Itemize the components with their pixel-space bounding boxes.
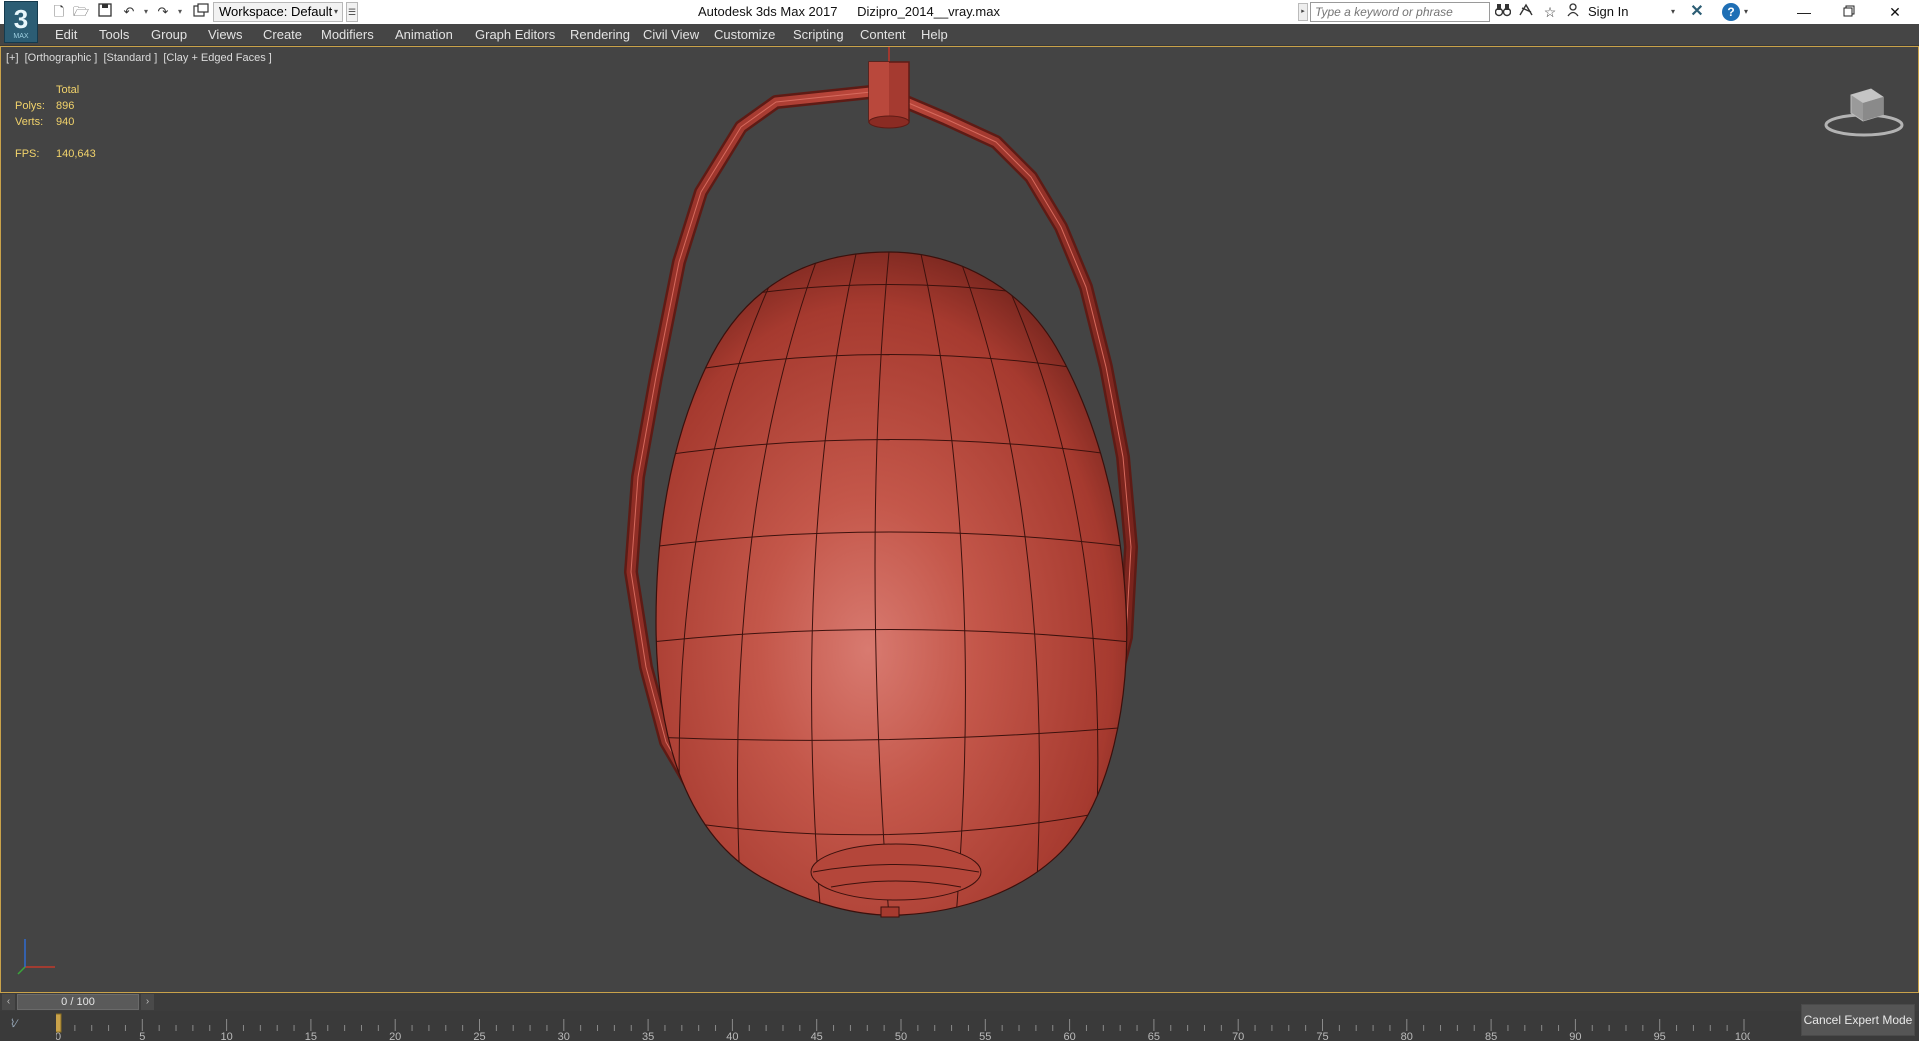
workspace-label: Workspace: Default — [219, 4, 333, 19]
track-tick-label: 70 — [1232, 1031, 1244, 1041]
menu-bar: Edit Tools Group Views Create Modifiers … — [0, 24, 1919, 46]
track-tick-label: 15 — [305, 1031, 317, 1041]
track-tick-label: 75 — [1316, 1031, 1328, 1041]
menu-customize[interactable]: Customize — [714, 24, 775, 46]
binoculars-icon[interactable] — [1493, 3, 1513, 21]
menu-help[interactable]: Help — [921, 24, 948, 46]
customize-quick-access-icon[interactable]: ☰ — [346, 2, 358, 22]
chevron-down-icon: ▾ — [333, 7, 338, 16]
time-slider[interactable]: 0 / 100 — [17, 994, 139, 1010]
track-tick-label: 5 — [139, 1031, 145, 1041]
menu-scripting[interactable]: Scripting — [793, 24, 844, 46]
curve-editor-icon[interactable]: ⌇∕ — [10, 1017, 17, 1030]
track-tick-label: 25 — [473, 1031, 485, 1041]
sign-in-button[interactable]: Sign In — [1588, 3, 1628, 21]
file-name: Dizipro_2014__vray.max — [857, 4, 1000, 19]
title-bar: 3 MAX 🗋 🗁 ↶ ▾ ↷ ▾ Workspace: Default ▾ ☰… — [0, 0, 1919, 43]
track-tick-label: 90 — [1569, 1031, 1581, 1041]
window-title: Autodesk 3ds Max 2017 Dizipro_2014__vray… — [698, 4, 1016, 19]
bottom-joint — [880, 906, 900, 918]
menu-tools[interactable]: Tools — [99, 24, 129, 46]
previous-frame-icon[interactable]: ‹ — [2, 994, 15, 1010]
redo-dropdown-icon[interactable]: ▾ — [176, 3, 184, 21]
workspace-selector[interactable]: Workspace: Default ▾ — [213, 2, 343, 22]
menu-views[interactable]: Views — [208, 24, 242, 46]
track-tick-label: 80 — [1401, 1031, 1413, 1041]
menu-graph-editors[interactable]: Graph Editors — [475, 24, 555, 46]
menu-modifiers[interactable]: Modifiers — [321, 24, 374, 46]
menu-edit[interactable]: Edit — [55, 24, 77, 46]
track-tick-label: 65 — [1148, 1031, 1160, 1041]
help-dropdown-icon[interactable]: ▾ — [1744, 3, 1748, 21]
user-icon — [1566, 3, 1580, 21]
x-icon[interactable]: ✕ — [1687, 3, 1707, 21]
track-ruler[interactable]: 0 5 10 15 20 25 30 35 40 45 50 55 60 65 70 75 80 85 90 95 10… — [56, 1013, 1750, 1041]
communication-center-icon[interactable] — [1516, 3, 1536, 21]
redo-icon[interactable]: ↷ — [154, 3, 172, 21]
playhead[interactable] — [56, 1013, 62, 1033]
viewcube-icon[interactable] — [1821, 77, 1907, 147]
track-tick-label: 45 — [811, 1031, 823, 1041]
undo-icon[interactable]: ↶ — [120, 3, 138, 21]
egg-seat-shell — [655, 251, 1128, 916]
track-tick-label: 85 — [1485, 1031, 1497, 1041]
new-file-icon[interactable]: 🗋 — [50, 3, 68, 21]
track-tick-label: 95 — [1654, 1031, 1666, 1041]
menu-civil-view[interactable]: Civil View — [643, 24, 699, 46]
sign-in-dropdown-icon[interactable]: ▾ — [1671, 3, 1675, 21]
app-logo-sub: MAX — [13, 33, 29, 40]
star-icon[interactable]: ☆ — [1540, 3, 1560, 21]
project-icon[interactable] — [192, 3, 210, 21]
search-expand-icon[interactable]: ▸ — [1298, 3, 1308, 21]
menu-content[interactable]: Content — [860, 24, 906, 46]
restore-icon[interactable] — [1826, 0, 1872, 24]
search-input[interactable] — [1310, 2, 1490, 22]
menu-animation[interactable]: Animation — [395, 24, 453, 46]
app-logo-icon[interactable]: 3 MAX — [4, 1, 38, 43]
track-tick-label: 30 — [558, 1031, 570, 1041]
seat-cushion — [810, 843, 982, 901]
track-bar[interactable]: ⌇∕ 0 5 10 15 20 25 30 35 40 45 50 55 60 65 70 75 80 85 90 9… — [0, 1011, 1919, 1041]
track-tick-label: 100 — [1735, 1031, 1750, 1041]
close-icon[interactable]: ✕ — [1872, 0, 1918, 24]
time-slider-bar: ‹ 0 / 100 › — [0, 993, 1919, 1011]
help-icon[interactable]: ? — [1722, 3, 1740, 21]
menu-create[interactable]: Create — [263, 24, 302, 46]
save-icon[interactable] — [96, 3, 114, 21]
top-connector-base — [868, 115, 910, 129]
top-connector-face — [869, 62, 889, 122]
track-tick-label: 10 — [220, 1031, 232, 1041]
track-tick-label: 35 — [642, 1031, 654, 1041]
cancel-expert-mode-button[interactable]: Cancel Expert Mode — [1801, 1004, 1915, 1036]
minimize-icon[interactable]: — — [1781, 0, 1827, 24]
axis-tripod-icon — [17, 939, 55, 975]
next-frame-icon[interactable]: › — [141, 994, 154, 1010]
undo-dropdown-icon[interactable]: ▾ — [142, 3, 150, 21]
track-ticks: 0 5 10 15 20 25 30 35 40 45 50 55 60 65 70 75 80 85 90 95 10… — [56, 1019, 1750, 1041]
track-tick-label: 50 — [895, 1031, 907, 1041]
track-tick-label: 20 — [389, 1031, 401, 1041]
menu-rendering[interactable]: Rendering — [570, 24, 630, 46]
menu-group[interactable]: Group — [151, 24, 187, 46]
track-tick-label: 55 — [979, 1031, 991, 1041]
orthographic-viewport[interactable]: [+] [Orthographic ] [Standard ] [Clay + … — [0, 46, 1919, 993]
open-file-icon[interactable]: 🗁 — [72, 3, 90, 21]
track-tick-label: 40 — [726, 1031, 738, 1041]
egg-chair-model[interactable] — [1, 47, 1918, 992]
app-name: Autodesk 3ds Max 2017 — [698, 4, 838, 19]
track-tick-label: 60 — [1063, 1031, 1075, 1041]
app-logo-text: 3 — [13, 4, 29, 34]
